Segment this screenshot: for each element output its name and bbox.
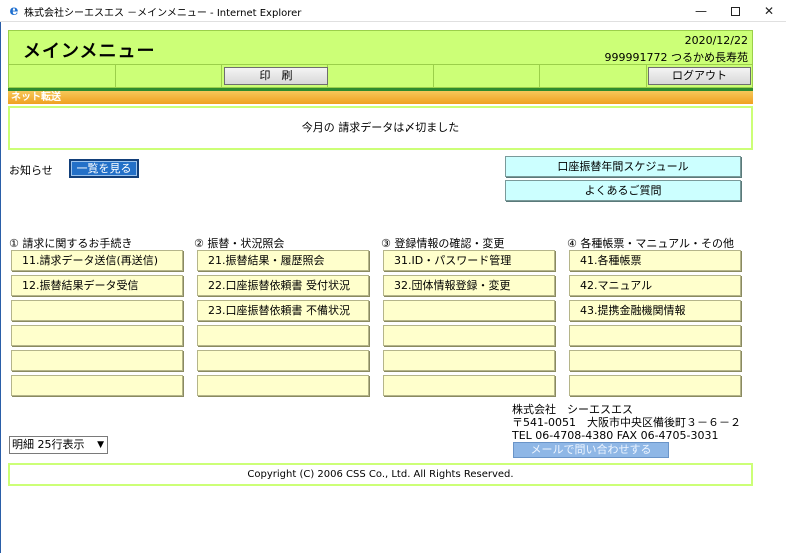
menu-empty-slot[interactable] <box>383 325 555 346</box>
toolbar-cell <box>540 65 647 87</box>
menu-empty-slot[interactable] <box>569 350 741 371</box>
rows-per-page-value: 明細 25行表示 <box>12 438 85 451</box>
menu-manual[interactable]: 42.マニュアル <box>569 275 741 296</box>
menu-receive-results[interactable]: 12.振替結果データ受信 <box>11 275 183 296</box>
window-title: 株式会社シーエスエス －メインメニュー - Internet Explorer <box>24 8 302 19</box>
menu-empty-slot[interactable] <box>383 350 555 371</box>
schedule-button[interactable]: 口座振替年間スケジュール <box>505 156 741 177</box>
menu-forms[interactable]: 41.各種帳票 <box>569 250 741 271</box>
faq-button[interactable]: よくあるご質問 <box>505 180 741 201</box>
menu-empty-slot[interactable] <box>569 325 741 346</box>
company-address: 〒541-0051 大阪市中央区備後町３－６－２ <box>512 416 741 429</box>
user-info: 999991772 つるかめ長寿苑 <box>604 51 748 64</box>
company-name: 株式会社 シーエスエス <box>512 403 633 416</box>
news-label: お知らせ <box>9 164 53 177</box>
menu-acceptance-status[interactable]: 22.口座振替依頼書 受付状況 <box>197 275 369 296</box>
footer: Copyright (C) 2006 CSS Co., Ltd. All Rig… <box>8 463 753 486</box>
column-title-inquiry: ② 振替・状況照会 <box>194 237 285 250</box>
menu-results-history[interactable]: 21.振替結果・履歴照会 <box>197 250 369 271</box>
logout-button[interactable]: ログアウト <box>648 67 751 85</box>
section-header: ネット転送 <box>8 91 753 104</box>
current-date: 2020/12/22 <box>684 34 748 47</box>
company-info: 株式会社 シーエスエス 〒541-0051 大阪市中央区備後町３－６－２ TEL… <box>512 403 741 442</box>
toolbar-cell <box>434 65 540 87</box>
page-title: メインメニュー <box>23 41 156 62</box>
menu-empty-slot[interactable] <box>11 300 183 321</box>
copyright: Copyright (C) 2006 CSS Co., Ltd. All Rig… <box>247 469 514 480</box>
menu-empty-slot[interactable] <box>197 375 369 396</box>
toolbar-cell <box>116 65 222 87</box>
menu-empty-slot[interactable] <box>197 325 369 346</box>
column-title-requests: ① 請求に関するお手続き <box>9 237 133 250</box>
maximize-icon <box>730 7 740 16</box>
print-button[interactable]: 印 刷 <box>224 67 328 85</box>
internet-explorer-icon: e <box>9 3 19 19</box>
menu-empty-slot[interactable] <box>11 350 183 371</box>
menu-empty-slot[interactable] <box>11 375 183 396</box>
minimize-button[interactable]: — <box>684 0 718 22</box>
chevron-down-icon: ▼ <box>97 440 104 450</box>
menu-send-billing-data[interactable]: 11.請求データ送信(再送信) <box>11 250 183 271</box>
notice-message: 今月の 請求データは〆切ました <box>301 121 460 134</box>
toolbar-cell <box>9 65 116 87</box>
mail-inquiry-button[interactable]: メールで問い合わせする <box>513 442 669 458</box>
menu-empty-slot[interactable] <box>383 375 555 396</box>
notice-box: 今月の 請求データは〆切ました <box>8 106 753 150</box>
window-titlebar: e 株式会社シーエスエス －メインメニュー - Internet Explore… <box>0 0 786 22</box>
menu-deficiency-status[interactable]: 23.口座振替依頼書 不備状況 <box>197 300 369 321</box>
menu-empty-slot[interactable] <box>383 300 555 321</box>
menu-empty-slot[interactable] <box>11 325 183 346</box>
menu-group-info[interactable]: 32.団体情報登録・変更 <box>383 275 555 296</box>
toolbar-cell <box>328 65 434 87</box>
header: メインメニュー 2020/12/22 999991772 つるかめ長寿苑 <box>8 30 753 65</box>
maximize-button[interactable] <box>718 0 752 22</box>
close-button[interactable]: ✕ <box>752 0 786 22</box>
menu-empty-slot[interactable] <box>569 375 741 396</box>
menu-empty-slot[interactable] <box>197 350 369 371</box>
column-title-documents: ④ 各種帳票・マニュアル・その他 <box>567 237 735 250</box>
menu-partner-banks[interactable]: 43.提携金融機関情報 <box>569 300 741 321</box>
company-phone: TEL 06-4708-4380 FAX 06-4705-3031 <box>512 429 719 442</box>
column-title-registration: ③ 登録情報の確認・変更 <box>381 237 505 250</box>
rows-per-page-select[interactable]: 明細 25行表示 ▼ <box>9 436 108 454</box>
menu-id-password[interactable]: 31.ID・パスワード管理 <box>383 250 555 271</box>
app-content: メインメニュー 2020/12/22 999991772 つるかめ長寿苑 印 刷… <box>0 22 786 553</box>
view-news-button[interactable]: 一覧を見る <box>69 159 139 178</box>
toolbar: 印 刷 ログアウト <box>8 65 753 88</box>
